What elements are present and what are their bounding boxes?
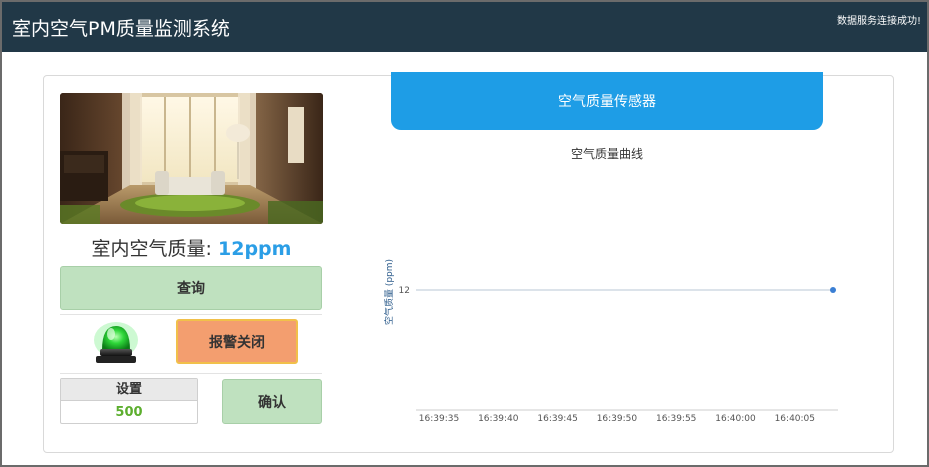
x-tick-label: 16:39:50: [597, 414, 638, 424]
divider: [60, 314, 322, 315]
x-tick-label: 16:40:05: [775, 414, 815, 424]
app-title: 室内空气PM质量监测系统: [12, 18, 230, 40]
air-quality-readout: 室内空气质量: 12ppm: [60, 234, 323, 261]
room-photo: [60, 93, 323, 224]
query-button[interactable]: 查询: [60, 266, 322, 310]
setting-value-input[interactable]: 500: [61, 401, 197, 423]
air-quality-value: 12ppm: [218, 238, 292, 260]
sensor-panel: 空气质量传感器: [391, 72, 823, 130]
air-quality-label: 室内空气质量:: [91, 238, 212, 260]
confirm-button[interactable]: 确认: [222, 379, 322, 424]
app-header: 室内空气PM质量监测系统 数据服务连接成功!: [2, 2, 927, 52]
connection-status: 数据服务连接成功!: [836, 16, 921, 27]
y-axis-label: 空气质量 (ppm): [383, 259, 395, 325]
green-alarm-lamp-icon: [92, 320, 140, 366]
sensor-panel-label: 空气质量传感器: [558, 94, 656, 110]
air-quality-chart: 空气质量 (ppm) 16:39:35 16:39:40 16:39:45 16:39…: [383, 259, 838, 424]
divider: [60, 373, 322, 374]
alarm-off-button[interactable]: 报警关闭: [176, 319, 298, 364]
y-tick-label: 12: [399, 286, 410, 296]
setting-label: 设置: [61, 379, 197, 401]
x-tick-label: 16:39:45: [537, 414, 577, 424]
data-point: [830, 287, 836, 293]
chart-title: 空气质量曲线: [570, 147, 643, 161]
threshold-setting: 设置 500: [60, 378, 198, 424]
x-tick-label: 16:40:00: [715, 414, 756, 424]
x-tick-label: 16:39:55: [656, 414, 696, 424]
x-tick-label: 16:39:35: [419, 414, 459, 424]
x-tick-label: 16:39:40: [478, 414, 519, 424]
